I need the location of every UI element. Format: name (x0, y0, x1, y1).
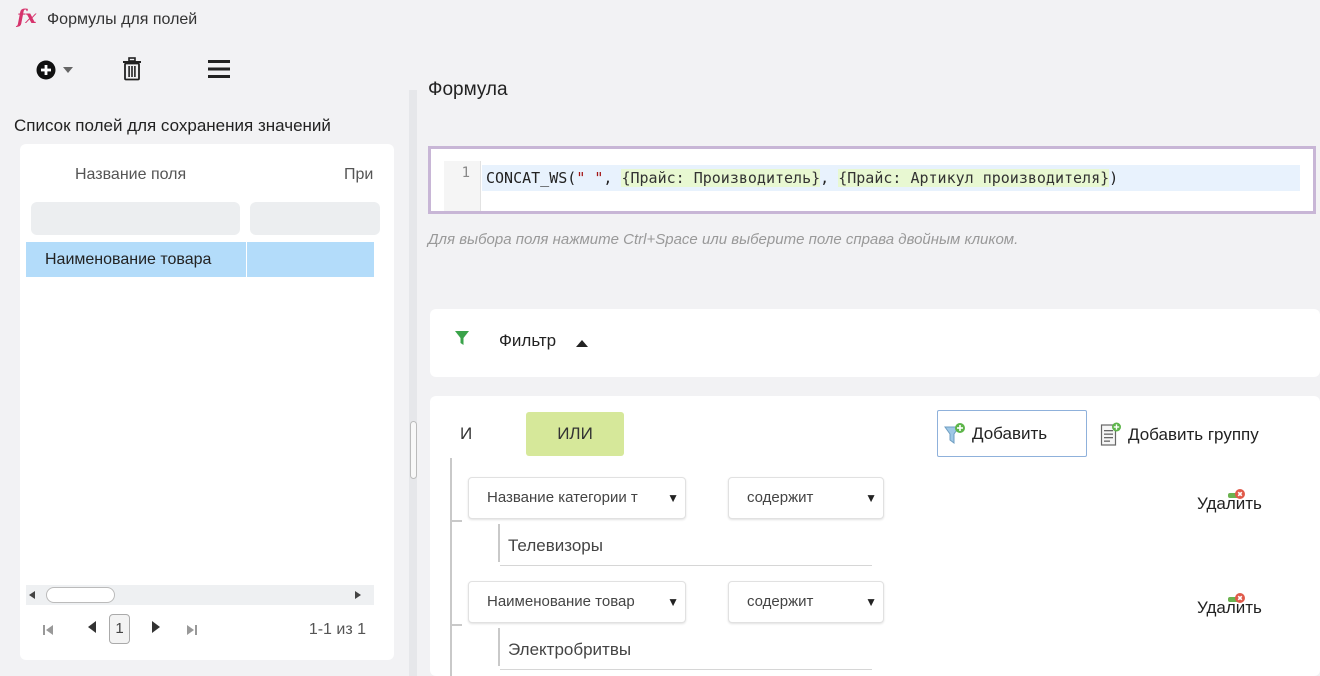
extra-filter-input[interactable] (250, 202, 380, 235)
fields-grid: Название поля При Наименование товара 1 … (20, 144, 394, 660)
code-field-article: {Прайс: Артикул производителя} (838, 169, 1110, 187)
next-page-icon[interactable] (151, 620, 161, 634)
chevron-down-icon: ▼ (865, 595, 877, 609)
or-toggle-button[interactable]: ИЛИ (526, 412, 624, 456)
extra-cell (247, 242, 374, 277)
trash-icon (123, 57, 141, 81)
fx-logo-icon: fx (17, 6, 37, 28)
filter-header: Фильтр (430, 309, 1320, 377)
code-sep: , (603, 169, 622, 187)
condition-field-value: Название категории т (487, 489, 638, 506)
filter-collapse-caret-icon[interactable] (576, 340, 588, 347)
column-header-field-name[interactable]: Название поля (75, 166, 186, 184)
condition-operator-select[interactable]: содержит ▼ (728, 581, 884, 623)
delete-condition-button[interactable]: Удалить (1197, 494, 1262, 514)
condition-operator-value: содержит (747, 489, 814, 506)
horizontal-scrollbar[interactable] (26, 585, 374, 605)
pager: 1 1-1 из 1 (20, 610, 394, 650)
last-page-icon[interactable] (186, 624, 198, 636)
code-line[interactable]: CONCAT_WS(" ", {Прайс: Производитель}, {… (482, 165, 1300, 191)
and-toggle-button[interactable]: И (460, 414, 500, 454)
condition-field-select[interactable]: Название категории т ▼ (468, 477, 686, 519)
filter-funnel-icon (455, 331, 469, 345)
add-group-label: Добавить группу (1128, 425, 1259, 444)
condition-operator-value: содержит (747, 593, 814, 610)
formula-title: Формула (428, 79, 508, 100)
prev-page-icon[interactable] (87, 620, 97, 634)
delete-button[interactable] (121, 57, 143, 81)
tree-connector (450, 624, 462, 626)
tree-connector (450, 520, 462, 522)
condition-field-value: Наименование товар (487, 593, 635, 610)
add-group-icon (1100, 422, 1121, 446)
add-condition-label: Добавить (972, 423, 1048, 443)
field-name-filter-input[interactable] (31, 202, 240, 235)
filter-builder: И ИЛИ Добавить Добавить группу Название … (430, 396, 1320, 676)
formula-hint: Для выбора поля нажмите Ctrl+Space или в… (428, 231, 1019, 248)
window-title: Формулы для полей (47, 11, 198, 28)
condition-value-input[interactable]: Электробритвы (500, 632, 872, 670)
scrollbar-thumb[interactable] (46, 587, 115, 603)
hamburger-icon (208, 60, 230, 78)
chevron-down-icon: ▼ (865, 491, 877, 505)
formula-editor[interactable]: 1 CONCAT_WS(" ", {Прайс: Производитель},… (428, 146, 1316, 214)
scroll-left-icon[interactable] (29, 591, 35, 599)
table-row[interactable]: Наименование товара (26, 242, 374, 277)
code-func: CONCAT_WS( (486, 169, 577, 187)
add-filter-icon (944, 422, 965, 444)
chevron-down-icon: ▼ (667, 595, 679, 609)
first-page-icon[interactable] (42, 624, 54, 636)
caret-down-icon (63, 67, 73, 73)
plus-circle-icon (36, 60, 56, 80)
column-header-extra[interactable]: При (344, 166, 373, 184)
code-sep: , (820, 169, 839, 187)
scroll-right-icon[interactable] (355, 591, 361, 599)
field-name-cell: Наименование товара (26, 242, 247, 277)
code-field-manufacturer: {Прайс: Производитель} (621, 169, 821, 187)
tree-connector (450, 458, 452, 676)
condition-field-select[interactable]: Наименование товар ▼ (468, 581, 686, 623)
add-condition-button[interactable]: Добавить (937, 410, 1087, 457)
add-dropdown-button[interactable] (36, 58, 84, 82)
line-number: 1 (444, 161, 481, 211)
filter-label: Фильтр (499, 331, 557, 350)
code-close: ) (1109, 169, 1119, 187)
delete-condition-button[interactable]: Удалить (1197, 598, 1262, 618)
current-page[interactable]: 1 (109, 614, 130, 644)
splitter-handle[interactable] (410, 421, 417, 479)
condition-operator-select[interactable]: содержит ▼ (728, 477, 884, 519)
chevron-down-icon: ▼ (667, 491, 679, 505)
code-string: " " (576, 169, 604, 187)
menu-button[interactable] (207, 58, 231, 80)
add-group-button[interactable]: Добавить группу (1100, 420, 1259, 450)
fields-list-heading: Список полей для сохранения значений (14, 116, 331, 135)
condition-value-input[interactable]: Телевизоры (500, 528, 872, 566)
panel-splitter[interactable] (409, 90, 417, 676)
page-info: 1-1 из 1 (308, 621, 366, 638)
